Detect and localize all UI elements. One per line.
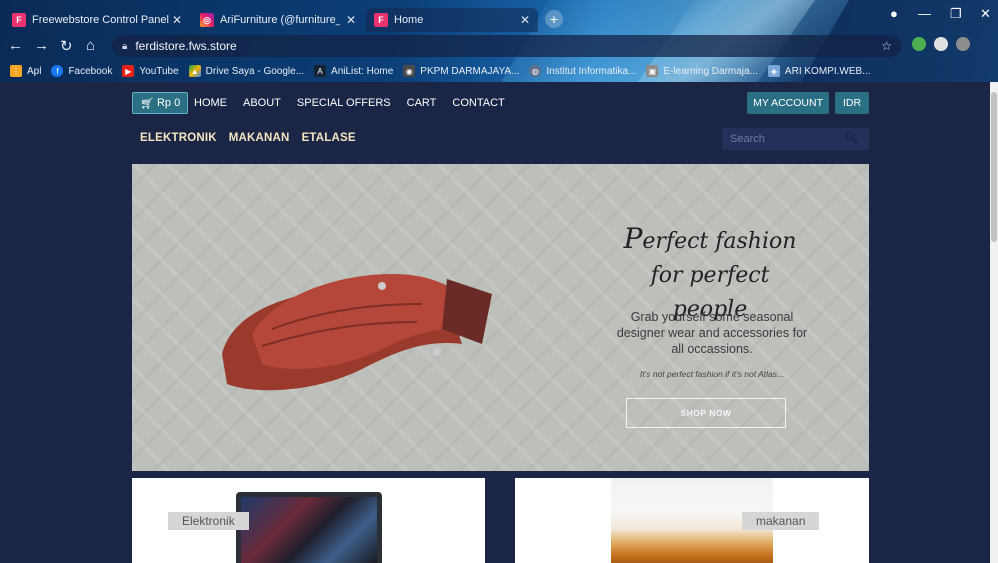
tab-strip: F Freewebstore Control Panel ✕ ◎ AriFurn…	[0, 0, 998, 32]
laptop-screen	[241, 497, 377, 563]
search-input[interactable]	[730, 133, 845, 145]
nav-cart-link[interactable]: CART	[407, 97, 437, 109]
category-card-label: Elektronik	[168, 512, 249, 530]
tab-instagram[interactable]: ◎ AriFurniture (@furniture_ari) • In ✕	[192, 8, 364, 32]
web-page: 🛒︎ Rp 0 HOME ABOUT SPECIAL OFFERS CART C…	[0, 82, 990, 563]
nav-contact-link[interactable]: CONTACT	[452, 97, 504, 109]
tab-home[interactable]: F Home ✕	[366, 8, 538, 32]
category-etalase-link[interactable]: ETALASE	[302, 132, 356, 144]
globe-icon: ◍	[529, 65, 542, 77]
bookmarks-bar: ⋮ Apl f Facebook ▶ YouTube ▲ Drive Saya - Go…	[0, 60, 998, 82]
minimize-icon[interactable]: —	[918, 6, 931, 21]
my-account-button[interactable]: MY ACCOUNT	[747, 92, 829, 114]
url-text[interactable]: ferdistore.fws.store	[135, 39, 236, 53]
bookmark-star-icon[interactable]: ☆	[881, 39, 892, 53]
address-bar[interactable]: 🔒︎ ferdistore.fws.store ☆	[112, 35, 902, 57]
close-icon[interactable]: ✕	[520, 13, 530, 27]
top-navigation: 🛒︎ Rp 0 HOME ABOUT SPECIAL OFFERS CART C…	[132, 92, 869, 114]
extensions-puzzle-icon[interactable]	[934, 37, 948, 51]
hero-headline-initial: P	[623, 222, 643, 255]
extension-icon[interactable]	[912, 37, 926, 51]
camera-icon: ◉	[403, 65, 416, 77]
category-elektronik-link[interactable]: ELEKTRONIK	[140, 132, 217, 144]
bookmark-label: Institut Informatika...	[546, 65, 637, 77]
search-box: 🔍︎	[722, 128, 869, 150]
browser-chrome: F Freewebstore Control Panel ✕ ◎ AriFurn…	[0, 0, 998, 82]
laptop-image	[236, 492, 382, 563]
forward-icon[interactable]: →	[34, 37, 49, 54]
browser-toolbar: ← → ↻ ⌂ 🔒︎ ferdistore.fws.store ☆	[0, 32, 998, 60]
nav-home-link[interactable]: HOME	[194, 97, 227, 109]
page-scrollbar[interactable]	[990, 82, 998, 563]
shop-now-button[interactable]: SHOP NOW	[626, 398, 786, 428]
close-icon[interactable]: ✕	[346, 13, 356, 27]
nav-about-link[interactable]: ABOUT	[243, 97, 281, 109]
window-close-icon[interactable]: ✕	[980, 6, 991, 22]
nav-special-offers-link[interactable]: SPECIAL OFFERS	[297, 97, 391, 109]
scrollbar-thumb[interactable]	[991, 92, 997, 242]
freewebstore-icon: F	[374, 13, 388, 27]
web-icon: ◈	[767, 65, 780, 77]
apps-grid-icon: ⋮	[10, 65, 22, 77]
bookmark-label: E-learning Darmaja...	[663, 65, 758, 77]
main-menu: HOME ABOUT SPECIAL OFFERS CART CONTACT	[194, 97, 505, 109]
bookmark-elearning[interactable]: ▣ E-learning Darmaja...	[646, 65, 758, 77]
drive-icon: ▲	[188, 65, 201, 77]
bookmark-label: AniList: Home	[331, 65, 394, 77]
bookmark-drive[interactable]: ▲ Drive Saya - Google...	[188, 65, 305, 77]
anilist-icon: A	[314, 65, 327, 77]
currency-selector[interactable]: IDR	[835, 92, 869, 114]
hero-banner: Perfect fashion for perfect people Grab …	[132, 164, 869, 471]
category-makanan-link[interactable]: MAKANAN	[229, 132, 290, 144]
leather-gloves-image	[222, 274, 492, 391]
avatar[interactable]	[956, 37, 970, 51]
bookmark-label: YouTube	[139, 65, 179, 77]
hero-headline-line1: erfect fashion	[642, 229, 797, 254]
bookmark-label: Facebook	[68, 65, 113, 77]
category-card-makanan[interactable]: makanan	[515, 478, 869, 563]
bookmark-institut[interactable]: ◍ Institut Informatika...	[529, 65, 636, 77]
cart-button[interactable]: 🛒︎ Rp 0	[132, 92, 189, 114]
tab-freewebstore[interactable]: F Freewebstore Control Panel ✕	[4, 8, 190, 32]
reload-icon[interactable]: ↻	[60, 37, 73, 55]
close-icon[interactable]: ✕	[172, 13, 182, 27]
new-tab-button[interactable]: +	[545, 10, 563, 28]
lock-icon: 🔒︎	[122, 40, 128, 52]
home-icon[interactable]: ⌂	[86, 37, 95, 54]
tab-title: Freewebstore Control Panel	[32, 14, 169, 26]
bookmark-label: ARI KOMPI.WEB...	[784, 65, 871, 77]
bookmark-pkpm[interactable]: ◉ PKPM DARMAJAYA...	[403, 65, 519, 77]
bookmark-label: PKPM DARMAJAYA...	[420, 65, 520, 77]
back-icon[interactable]: ←	[8, 37, 23, 54]
category-card-elektronik[interactable]: Elektronik	[132, 478, 485, 563]
cart-total: Rp 0	[156, 97, 181, 109]
facebook-icon: f	[51, 65, 64, 77]
bookmark-apps[interactable]: ⋮ Apl	[10, 65, 41, 77]
instagram-icon: ◎	[200, 13, 214, 27]
category-card-label: makanan	[742, 512, 820, 530]
bookmark-label: Apl	[27, 65, 42, 77]
tab-title: AriFurniture (@furniture_ari) • In	[220, 14, 340, 26]
bookmark-facebook[interactable]: f Facebook	[51, 65, 112, 77]
cart-icon: 🛒︎	[140, 97, 154, 110]
bookmark-label: Drive Saya - Google...	[205, 65, 305, 77]
bookmark-arikompi[interactable]: ◈ ARI KOMPI.WEB...	[767, 65, 871, 77]
bookmark-youtube[interactable]: ▶ YouTube	[122, 65, 179, 77]
hero-small-text: It's not perfect fashion if it's not Atl…	[639, 369, 785, 379]
youtube-icon: ▶	[122, 65, 135, 77]
hero-subtitle: Grab yourself some seasonal designer wea…	[616, 310, 808, 356]
category-menu: ELEKTRONIK MAKANAN ETALASE	[140, 132, 356, 144]
freewebstore-icon: F	[12, 13, 26, 27]
maximize-icon[interactable]: ❐	[950, 6, 962, 22]
elearning-icon: ▣	[646, 65, 659, 77]
bookmark-anilist[interactable]: A AniList: Home	[314, 65, 393, 77]
tab-title: Home	[394, 14, 424, 26]
search-icon[interactable]: 🔍︎	[844, 131, 859, 145]
profile-menu-icon[interactable]: ●	[890, 6, 898, 21]
